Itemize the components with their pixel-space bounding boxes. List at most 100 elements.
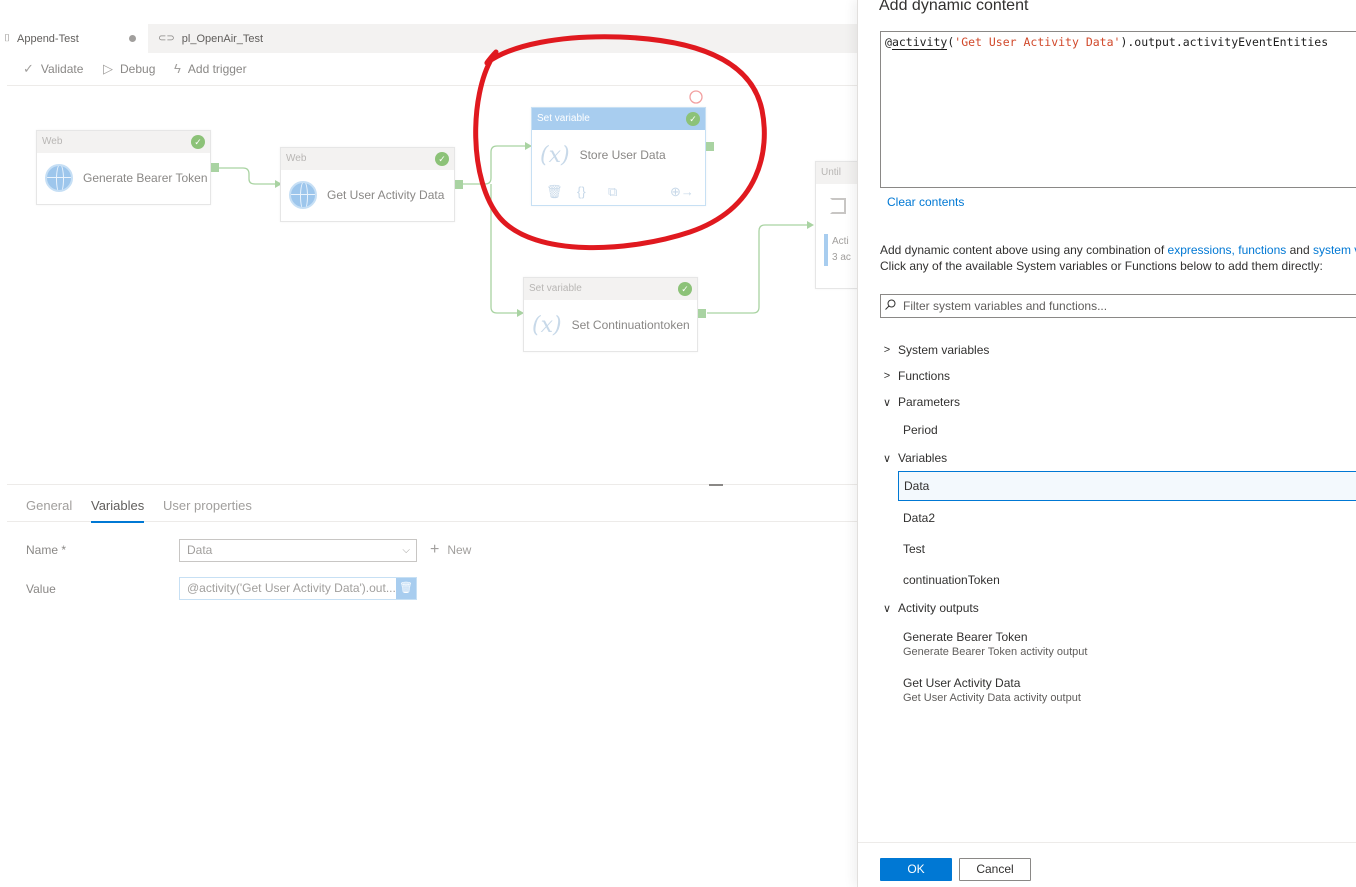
pipeline-editor: ⌷ Append-Test ⊂⊃ pl_OpenAir_Test ✓ Valid… <box>0 0 857 887</box>
activity-header: Web ✓ <box>281 148 454 170</box>
activity-output-item[interactable]: Get User Activity Data Get User Activity… <box>903 676 1081 704</box>
activity-name: Get User Activity Data <box>327 188 445 202</box>
activity-header: Web ✓ <box>37 131 210 153</box>
group-label: System variables <box>898 343 990 357</box>
panel-splitter[interactable] <box>7 484 857 485</box>
new-variable-button[interactable]: + New <box>430 541 471 559</box>
group-variables[interactable]: ∨ Variables <box>881 451 947 465</box>
checkmark-icon: ✓ <box>23 61 34 76</box>
activity-set-continuationtoken[interactable]: Set variable ✓ (𝑥) Set Continuationtoken <box>523 277 698 352</box>
tab-label: Append-Test <box>17 32 79 45</box>
help-and: and <box>1286 243 1313 257</box>
variable-value-field[interactable]: @activity('Get User Activity Data').out.… <box>179 577 417 600</box>
activity-body: Get User Activity Data <box>281 170 454 220</box>
expression-function: activity <box>891 35 948 50</box>
copy-icon[interactable]: ⧉ <box>608 184 617 200</box>
variable-item-selected[interactable]: Data <box>898 471 1356 501</box>
tab-variables[interactable]: Variables <box>91 498 145 523</box>
filter-search-input[interactable]: Filter system variables and functions... <box>880 294 1356 318</box>
tab-label: pl_OpenAir_Test <box>181 32 264 45</box>
functions-link[interactable]: functions <box>1238 243 1286 257</box>
tab-general[interactable]: General <box>26 498 72 513</box>
set-variable-icon: (𝑥) <box>540 142 570 168</box>
activity-body: (𝑥) Store User Data <box>532 130 705 180</box>
help-prefix: Add dynamic content above using any comb… <box>880 243 1168 257</box>
group-system-variables[interactable]: > System variables <box>881 343 990 357</box>
output-port[interactable] <box>698 309 706 318</box>
expressions-link[interactable]: expressions, <box>1168 243 1235 257</box>
variable-item[interactable]: continuationToken <box>898 565 1356 595</box>
tab-pl-openair-test[interactable]: ⊂⊃ pl_OpenAir_Test <box>148 24 308 53</box>
expression-argument: 'Get User Activity Data' <box>954 35 1121 49</box>
tab-append-test[interactable]: ⌷ Append-Test <box>0 24 148 53</box>
expression-editor[interactable]: @activity('Get User Activity Data').outp… <box>880 31 1356 188</box>
variable-value-text: @activity('Get User Activity Data').out.… <box>187 581 396 595</box>
set-variable-icon: (𝑥) <box>532 312 562 338</box>
panel-title: Add dynamic content <box>879 0 1029 14</box>
clear-value-icon[interactable]: 🗑 <box>396 578 416 599</box>
activity-store-user-data[interactable]: Set variable ✓ (𝑥) Store User Data 🗑 {} … <box>531 107 706 206</box>
ok-button[interactable]: OK <box>880 858 952 881</box>
activity-name: Store User Data <box>579 148 666 162</box>
panel-footer: OK Cancel <box>858 842 1356 887</box>
group-activity-outputs[interactable]: ∨ Activity outputs <box>881 601 979 615</box>
activity-until[interactable]: Until Acti 3 ac <box>815 161 857 289</box>
activity-get-user-activity-data[interactable]: Web ✓ Get User Activity Data <box>280 147 455 222</box>
pipeline-tabs: ⌷ Append-Test ⊂⊃ pl_OpenAir_Test <box>0 24 857 53</box>
add-trigger-label: Add trigger <box>187 61 247 76</box>
activity-name: Set Continuationtoken <box>571 318 690 332</box>
add-output-icon[interactable]: ⊕→ <box>670 184 694 200</box>
debug-button[interactable]: ▷ Debug <box>103 61 155 77</box>
pipeline-canvas[interactable]: Web ✓ Generate Bearer Token Web ✓ Get Us… <box>7 87 857 484</box>
variable-name-select[interactable]: Data ⌵ <box>179 539 417 562</box>
variable-name-value: Data <box>187 543 213 557</box>
activity-name: Generate Bearer Token <box>83 171 208 185</box>
splitter-grip-icon[interactable] <box>709 484 723 486</box>
until-body: Acti 3 ac <box>816 184 857 288</box>
chevron-down-icon: ∨ <box>882 602 892 615</box>
inner-activities-label: Acti <box>832 236 849 247</box>
activity-header: Set variable ✓ <box>532 108 705 130</box>
cancel-button[interactable]: Cancel <box>959 858 1031 881</box>
validate-button[interactable]: ✓ Validate <box>23 61 83 77</box>
group-functions[interactable]: > Functions <box>881 369 950 383</box>
tab-user-properties[interactable]: User properties <box>163 498 252 513</box>
activity-body: Generate Bearer Token <box>37 153 210 203</box>
loop-icon <box>830 198 846 214</box>
success-check-icon: ✓ <box>435 152 449 166</box>
activity-generate-bearer-token[interactable]: Web ✓ Generate Bearer Token <box>36 130 211 205</box>
output-port[interactable] <box>706 142 714 151</box>
group-label: Functions <box>898 369 951 383</box>
group-label: Variables <box>898 451 948 465</box>
expression-rest: ).output.activityEventEntities <box>1120 35 1329 49</box>
group-label: Activity outputs <box>898 601 979 615</box>
chevron-down-icon: ∨ <box>882 452 892 465</box>
delete-icon[interactable]: 🗑 <box>546 184 563 200</box>
add-trigger-button[interactable]: ϟ Add trigger <box>174 61 247 76</box>
variable-item[interactable]: Data2 <box>898 503 1356 533</box>
name-label: Name * <box>26 543 67 557</box>
activity-header: Until <box>816 162 857 184</box>
output-port[interactable] <box>455 180 463 189</box>
filter-placeholder: Filter system variables and functions... <box>903 299 1108 313</box>
code-braces-icon[interactable]: {} <box>577 184 586 199</box>
activity-body: (𝑥) Set Continuationtoken <box>524 300 697 350</box>
web-globe-icon <box>289 181 317 209</box>
activity-output-name: Generate Bearer Token <box>903 630 1028 644</box>
debug-label: Debug <box>120 62 156 76</box>
trigger-icon: ϟ <box>174 61 181 76</box>
new-label: New <box>447 543 472 557</box>
expression-at: @ <box>885 35 892 49</box>
group-label: Parameters <box>898 395 961 409</box>
inner-activities-bar <box>824 234 828 266</box>
output-port[interactable] <box>211 163 219 172</box>
group-parameters[interactable]: ∨ Parameters <box>881 395 960 409</box>
activity-output-item[interactable]: Generate Bearer Token Generate Bearer To… <box>903 630 1087 658</box>
activity-output-desc: Get User Activity Data activity output <box>903 692 1081 704</box>
variable-item[interactable]: Test <box>898 534 1356 564</box>
parameter-item[interactable]: Period <box>898 415 1356 445</box>
inner-activities-count: 3 ac <box>832 252 851 263</box>
activity-header: Set variable ✓ <box>524 278 697 300</box>
system-variables-link[interactable]: system var <box>1313 243 1356 257</box>
clear-contents-link[interactable]: Clear contents <box>887 195 964 209</box>
